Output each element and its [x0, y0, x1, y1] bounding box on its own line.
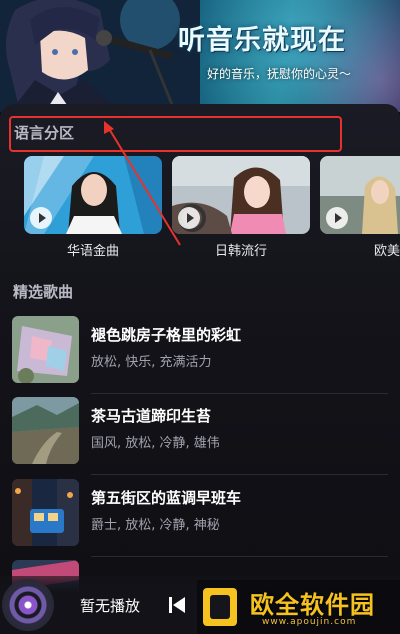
hero-banner[interactable]: 听音乐就现在 好的音乐，抚慰你的心灵～	[0, 0, 400, 112]
play-icon[interactable]	[178, 207, 200, 229]
previous-track-icon[interactable]	[166, 594, 188, 616]
divider	[91, 393, 388, 394]
divider	[91, 556, 388, 557]
now-playing-text: 暂无播放	[80, 597, 141, 615]
watermark-text: 欧全软件园	[250, 591, 375, 619]
song-item[interactable]: 第五街区的蓝调早班车 爵士, 放松, 冷静, 神秘	[12, 479, 388, 557]
featured-section-title: 精选歌曲	[13, 283, 74, 301]
song-title: 第五街区的蓝调早班车	[91, 489, 242, 507]
card-label: 欧美	[373, 244, 400, 259]
language-cards-row[interactable]: 华语金曲 日韩流行 欧美	[24, 156, 400, 266]
hero-subtitle: 好的音乐，抚慰你的心灵～	[207, 67, 352, 81]
card-label: 日韩流行	[214, 244, 267, 259]
divider	[91, 474, 388, 475]
album-disc-icon[interactable]	[4, 581, 52, 629]
song-tags: 爵士, 放松, 冷静, 神秘	[91, 518, 220, 533]
card-label: 华语金曲	[66, 244, 119, 259]
watermark-url: www.apoujin.com	[262, 617, 357, 627]
annotation-highlight-box	[9, 116, 342, 152]
hero-title: 听音乐就现在	[178, 25, 346, 56]
song-item[interactable]: 褪色跳房子格里的彩虹 放松, 快乐, 充满活力	[12, 316, 388, 394]
song-item[interactable]: 茶马古道蹄印生苔 国风, 放松, 冷静, 雄伟	[12, 397, 388, 475]
language-card-chinese[interactable]: 华语金曲	[24, 156, 162, 262]
song-cover-image	[12, 397, 79, 464]
song-cover-image	[12, 479, 79, 546]
song-title: 茶马古道蹄印生苔	[91, 407, 212, 425]
language-card-western[interactable]: 欧美	[320, 156, 400, 262]
language-card-jpkr[interactable]: 日韩流行	[172, 156, 310, 262]
song-cover-image	[12, 316, 79, 383]
song-tags: 放松, 快乐, 充满活力	[91, 355, 212, 370]
hero-illustration	[0, 0, 200, 112]
play-icon[interactable]	[30, 207, 52, 229]
song-tags: 国风, 放松, 冷静, 雄伟	[91, 436, 220, 451]
play-icon[interactable]	[326, 207, 348, 229]
song-title: 褪色跳房子格里的彩虹	[91, 326, 242, 344]
